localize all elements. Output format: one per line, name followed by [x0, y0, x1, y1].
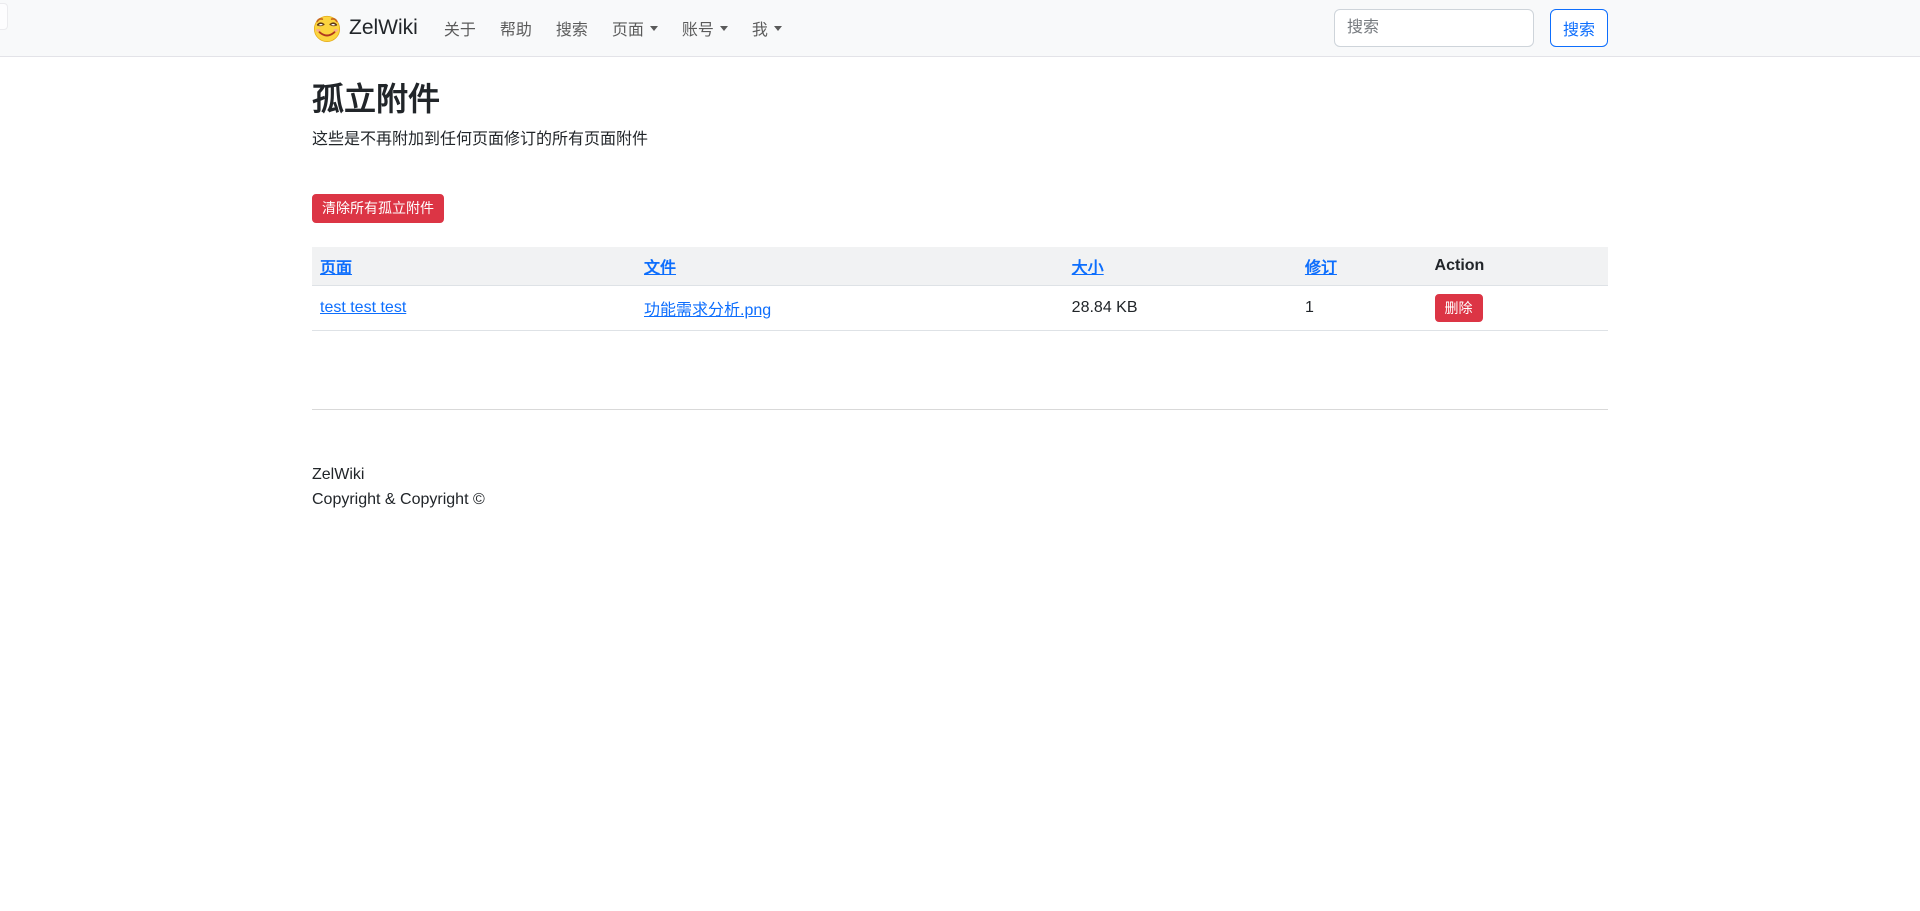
nav-dropdown-pages[interactable]: 页面	[600, 8, 670, 48]
table-row: test test test 功能需求分析.png 28.84 KB 1 删除	[312, 285, 1608, 330]
caret-down-icon	[720, 26, 728, 31]
brand-link[interactable]: ZelWiki	[312, 13, 418, 43]
caret-down-icon	[650, 26, 658, 31]
footer-site-name: ZelWiki	[312, 463, 1608, 488]
nav-item-search[interactable]: 搜索	[544, 8, 600, 48]
main-content: 孤立附件 这些是不再附加到任何页面修订的所有页面附件 清除所有孤立附件 页面 文…	[312, 57, 1608, 512]
search-form: 搜索	[1334, 9, 1608, 47]
footer: ZelWiki Copyright & Copyright ©	[312, 409, 1608, 513]
page-link[interactable]: test test test	[320, 299, 406, 316]
sort-header-size[interactable]: 大小	[1072, 260, 1104, 277]
brand-name: ZelWiki	[349, 16, 418, 40]
search-button[interactable]: 搜索	[1550, 9, 1608, 47]
caret-down-icon	[774, 26, 782, 31]
smiley-logo-icon	[312, 13, 342, 43]
size-cell: 28.84 KB	[1064, 285, 1297, 330]
file-link[interactable]: 功能需求分析.png	[644, 302, 771, 319]
nav-dropdown-account[interactable]: 账号	[670, 8, 740, 48]
purge-all-orphaned-button[interactable]: 清除所有孤立附件	[312, 194, 444, 222]
sort-header-page[interactable]: 页面	[320, 260, 352, 277]
edge-artifact	[0, 3, 8, 30]
page-title: 孤立附件	[312, 80, 1608, 118]
action-header: Action	[1427, 247, 1608, 286]
navbar: ZelWiki 关于 帮助 搜索 页面 账号 我 搜索	[0, 0, 1920, 57]
sort-header-revision[interactable]: 修订	[1305, 260, 1337, 277]
orphaned-attachments-table: 页面 文件 大小 修订 Action test test test 功能需求分析…	[312, 247, 1608, 331]
footer-copyright: Copyright & Copyright ©	[312, 488, 1608, 513]
nav-item-about[interactable]: 关于	[432, 8, 488, 48]
table-header-row: 页面 文件 大小 修订 Action	[312, 247, 1608, 286]
nav-menu: 关于 帮助 搜索 页面 账号 我	[432, 8, 794, 48]
page-description: 这些是不再附加到任何页面修订的所有页面附件	[312, 128, 1608, 152]
revision-cell: 1	[1297, 285, 1427, 330]
nav-dropdown-me[interactable]: 我	[740, 8, 794, 48]
delete-button[interactable]: 删除	[1435, 294, 1483, 322]
sort-header-file[interactable]: 文件	[644, 260, 676, 277]
search-input[interactable]	[1334, 9, 1534, 47]
nav-item-help[interactable]: 帮助	[488, 8, 544, 48]
